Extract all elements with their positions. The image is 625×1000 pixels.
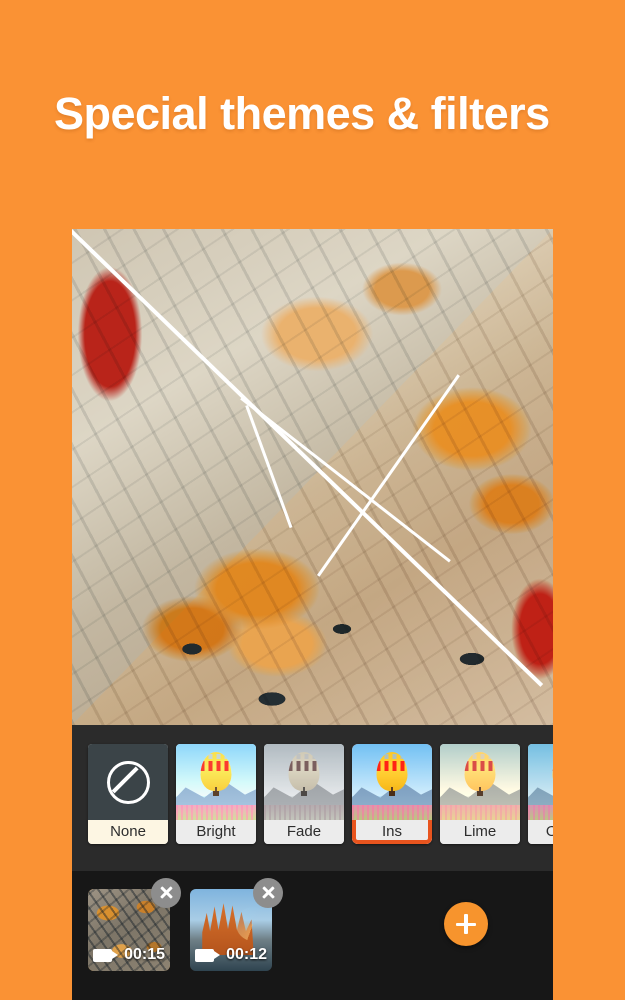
- clip-meta: 00:15: [88, 946, 170, 964]
- filter-preview-fade: [264, 744, 344, 820]
- hot-air-balloon-icon: [288, 752, 320, 791]
- filter-tile-bright[interactable]: Bright: [176, 744, 256, 844]
- flower-field: [176, 805, 256, 820]
- add-clip-button[interactable]: [444, 902, 488, 946]
- filter-label: None: [88, 820, 168, 844]
- sky: [528, 744, 553, 796]
- balloon-basket: [213, 787, 219, 796]
- balloon-thumbnail: [440, 744, 520, 820]
- filter-tile-ins[interactable]: Ins: [352, 744, 432, 844]
- flower-field: [264, 805, 344, 820]
- timeline-clip[interactable]: 00:12: [190, 878, 283, 971]
- filter-label: Bright: [176, 820, 256, 844]
- balloon-basket: [477, 787, 483, 796]
- no-filter-icon: [106, 760, 150, 804]
- filter-preview-bright: [176, 744, 256, 820]
- clip-list: 00:15 00:12: [88, 878, 283, 971]
- balloon-basket: [301, 787, 307, 796]
- clip-meta: 00:12: [190, 946, 272, 964]
- flower-field: [352, 805, 432, 820]
- hot-air-balloon-icon: [376, 752, 408, 791]
- filter-list: None Bright Fade Ins Lime O: [88, 744, 553, 844]
- filter-tile-fade[interactable]: Fade: [264, 744, 344, 844]
- filter-label: Fade: [264, 820, 344, 844]
- balloon-thumbnail: [176, 744, 256, 820]
- balloon-basket: [389, 787, 395, 796]
- timeline-clip[interactable]: 00:15: [88, 878, 181, 971]
- promo-screen: Special themes & filters None Bright Fad…: [0, 0, 625, 1000]
- close-icon[interactable]: [151, 878, 181, 908]
- filter-label: Ocean: [528, 820, 553, 844]
- filter-label: Ins: [352, 820, 432, 844]
- hot-air-balloon-icon: [200, 752, 232, 791]
- video-camera-icon: [93, 948, 118, 962]
- balloon-thumbnail: [528, 744, 553, 820]
- filter-tile-ocean[interactable]: Ocean: [528, 744, 553, 844]
- filter-strip[interactable]: None Bright Fade Ins Lime O: [72, 725, 553, 871]
- close-icon[interactable]: [253, 878, 283, 908]
- filter-preview-none: [88, 744, 168, 820]
- video-preview[interactable]: [72, 229, 553, 725]
- video-camera-icon: [195, 948, 220, 962]
- filter-label: Lime: [440, 820, 520, 844]
- clip-timeline[interactable]: 00:15 00:12: [72, 871, 553, 1000]
- hot-air-balloon-icon: [464, 752, 496, 791]
- filter-preview-ocean: [528, 744, 553, 820]
- flower-field: [440, 805, 520, 820]
- app-screen: None Bright Fade Ins Lime O 00:15 00:12: [72, 229, 553, 1000]
- clip-duration: 00:15: [124, 946, 165, 963]
- balloon-thumbnail: [352, 744, 432, 820]
- page-title: Special themes & filters: [54, 88, 550, 139]
- balloon-thumbnail: [264, 744, 344, 820]
- filter-preview-lime: [440, 744, 520, 820]
- flower-field: [528, 805, 553, 820]
- filter-tile-lime[interactable]: Lime: [440, 744, 520, 844]
- filter-tile-none[interactable]: None: [88, 744, 168, 844]
- filter-preview-ins: [352, 744, 432, 820]
- clip-duration: 00:12: [226, 946, 267, 963]
